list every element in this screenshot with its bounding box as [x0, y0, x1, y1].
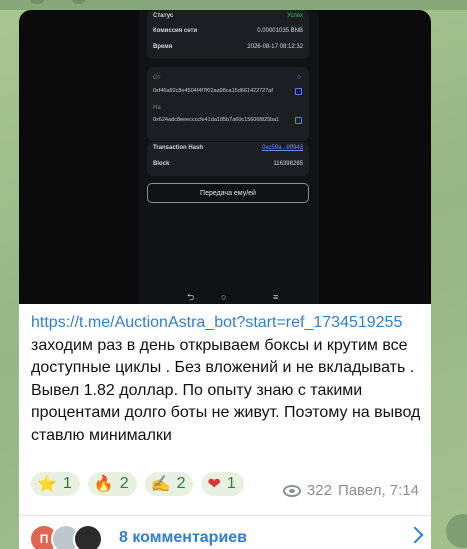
previous-message-reaction: [30, 0, 44, 4]
contact-icon: ☺: [296, 75, 303, 81]
fee-label: Комиссия сети: [153, 28, 198, 34]
status-value: Успех: [287, 13, 303, 19]
copy-icon: [295, 88, 302, 95]
reaction-writing-hand[interactable]: ✍ 2: [144, 472, 194, 496]
reactions-bar: ⭐ 1 🔥 2 ✍ 2 ❤ 1: [31, 472, 244, 496]
time-label: Время: [153, 44, 173, 50]
heart-icon: ❤: [207, 476, 221, 493]
comments-count-label: 8 комментариев: [119, 529, 248, 546]
addresses-panel: От ☺ 0xf46a92c8e4504f4f7f02aa98ca15d6614…: [147, 67, 309, 141]
view-count: 322: [306, 482, 332, 499]
block-label: Block: [153, 161, 170, 167]
back-icon: ⮌: [187, 292, 195, 302]
hash-value: 0xc59a...6ff943: [262, 145, 303, 151]
menu-icon: ≡: [273, 292, 279, 302]
reaction-fire[interactable]: 🔥 2: [87, 472, 137, 496]
reaction-count: 1: [62, 475, 72, 492]
reaction-heart[interactable]: ❤ 1: [201, 472, 244, 496]
author-time: Павел, 7:14: [337, 482, 419, 499]
message-card: Статус Успех Комиссия сети 0.00001035 BN…: [19, 10, 431, 549]
copy-icon: [295, 117, 302, 124]
bot-referral-link[interactable]: https://t.me/AuctionAstra_bot?start=ref_…: [31, 314, 402, 331]
previous-message-reaction: [72, 0, 86, 4]
message-text: https://t.me/AuctionAstra_bot?start=ref_…: [31, 312, 423, 447]
fee-value: 0.00001035 BNB: [257, 28, 303, 34]
commenter-avatars: П: [29, 524, 103, 549]
reaction-star[interactable]: ⭐ 1: [31, 472, 80, 496]
transfer-button: Передача ему/ей: [147, 183, 309, 203]
to-address: 0x624adc8eeeccccfe41da185b7a60c15606f825…: [153, 117, 280, 123]
message-meta: 322 Павел, 7:14: [282, 482, 419, 499]
divider: [19, 515, 431, 516]
hash-label: Transaction Hash: [153, 145, 204, 151]
eye-icon: [282, 484, 301, 497]
from-label: От: [153, 75, 161, 81]
comments-button[interactable]: П 8 комментариев: [29, 517, 424, 549]
reaction-count: 2: [119, 475, 129, 492]
time-value: 2026-08-17 08:12:32: [247, 44, 303, 50]
block-value: 116398265: [273, 161, 303, 167]
previous-message-edge: [0, 0, 467, 10]
screenshot-image[interactable]: Статус Успех Комиссия сети 0.00001035 BN…: [19, 10, 431, 304]
message-body: заходим раз в день открываем боксы и кру…: [31, 336, 421, 444]
to-label: На: [153, 105, 161, 111]
chevron-right-icon: [406, 526, 424, 544]
status-label: Статус: [153, 13, 174, 19]
fire-icon: 🔥: [93, 476, 114, 493]
home-icon: ○: [221, 292, 227, 302]
reaction-count: 1: [226, 475, 236, 492]
avatar: [73, 524, 103, 549]
star-icon: ⭐: [37, 476, 57, 493]
transaction-details-panel: Статус Успех Комиссия сети 0.00001035 BN…: [147, 10, 309, 59]
reaction-count: 2: [176, 475, 186, 492]
from-address: 0xf46a92c8e4504f4f7f02aa98ca15d661422727…: [153, 88, 273, 94]
writing-hand-icon: ✍: [150, 476, 171, 493]
hash-panel: Transaction Hash 0xc59a...6ff943 Block 1…: [147, 142, 309, 176]
